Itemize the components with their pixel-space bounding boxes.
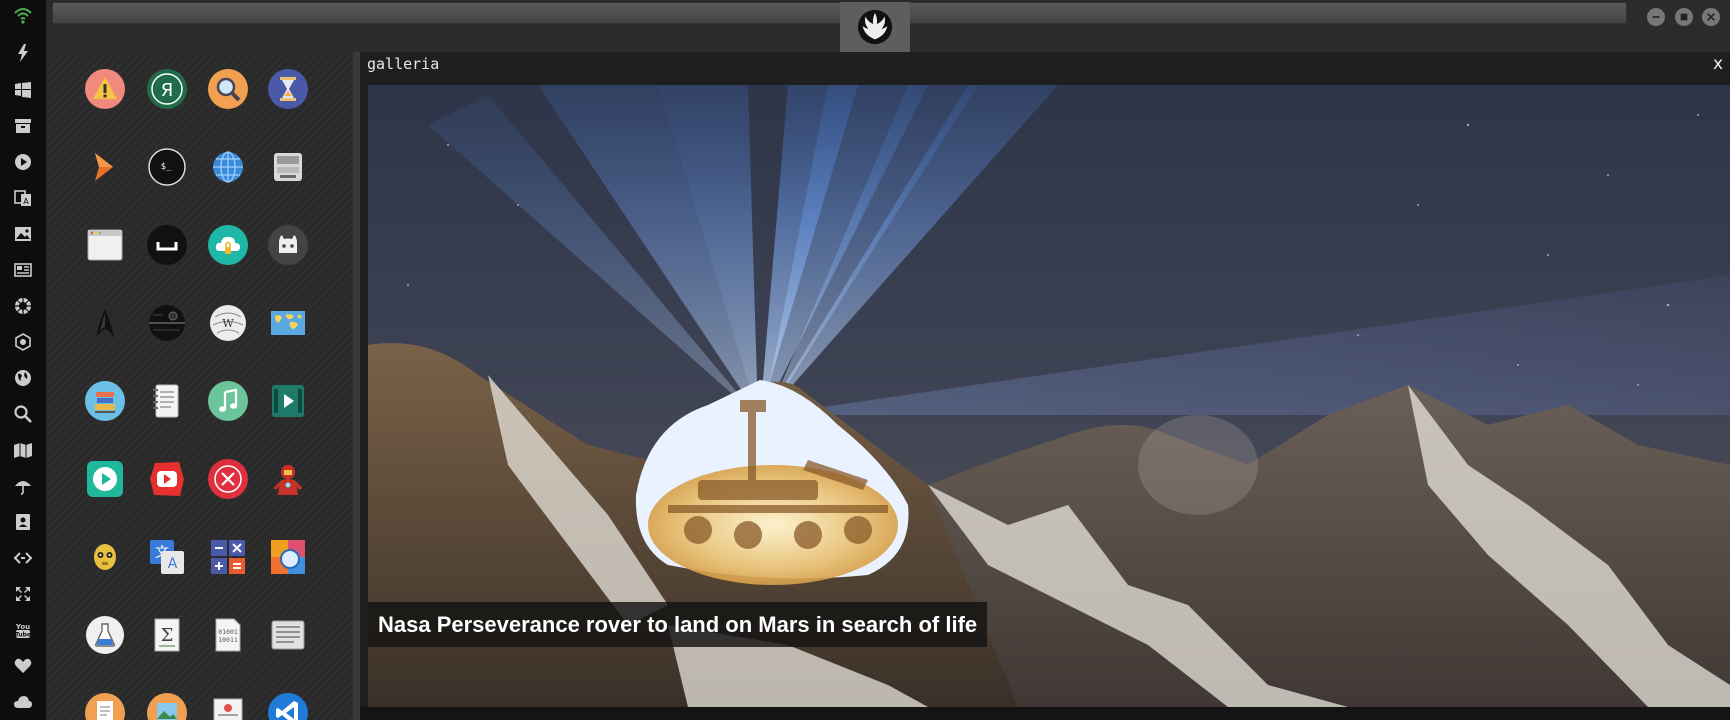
left-dock: A You Tube	[0, 0, 47, 720]
svg-text:Σ: Σ	[161, 625, 174, 646]
play-icon[interactable]	[12, 151, 34, 173]
top-bar	[47, 0, 1730, 52]
svg-text:W: W	[222, 317, 234, 330]
hourglass-icon[interactable]	[268, 69, 308, 109]
close-window-button[interactable]	[1702, 8, 1720, 26]
search-app-icon[interactable]	[208, 69, 248, 109]
binary-file-icon[interactable]: 01001 10011	[208, 615, 248, 655]
gallery-window: galleria x Nasa Perseverance rover to la…	[360, 52, 1730, 720]
globe-icon[interactable]	[12, 367, 34, 389]
chevron-launcher-icon[interactable]	[85, 147, 125, 187]
image-icon[interactable]	[12, 223, 34, 245]
rebel-alliance-logo-icon	[857, 9, 893, 45]
close-icon	[1707, 13, 1715, 21]
svg-text:Tube: Tube	[15, 632, 31, 639]
minimize-icon	[1652, 16, 1660, 18]
color-app-icon[interactable]	[268, 537, 308, 577]
gallery-close-button[interactable]: x	[1710, 54, 1726, 74]
yandex-icon[interactable]: Я	[147, 69, 187, 109]
globe-browser-icon[interactable]	[208, 147, 248, 187]
notebook-icon[interactable]	[147, 381, 187, 421]
text-file-icon[interactable]	[268, 615, 308, 655]
svg-text:A: A	[168, 556, 178, 572]
svg-text:10011: 10011	[218, 636, 238, 644]
wikipedia-icon[interactable]: W	[208, 303, 248, 343]
youtube-app-icon[interactable]	[147, 459, 187, 499]
warning-icon[interactable]	[85, 69, 125, 109]
photo-caption: Nasa Perseverance rover to land on Mars …	[368, 602, 988, 647]
cloud-upload-icon[interactable]	[208, 225, 248, 265]
presentation-icon[interactable]	[208, 693, 248, 720]
map-icon[interactable]	[12, 439, 34, 461]
svg-text:$_: $_	[161, 162, 172, 172]
umbrella-icon[interactable]	[12, 475, 34, 497]
heart-icon[interactable]	[12, 655, 34, 677]
iron-man-icon[interactable]	[268, 459, 308, 499]
world-map-icon[interactable]	[268, 303, 308, 343]
video-icon[interactable]	[268, 381, 308, 421]
windows-icon[interactable]	[12, 79, 34, 101]
maximize-button[interactable]	[1675, 8, 1693, 26]
svg-text:A: A	[23, 197, 29, 206]
minimize-button[interactable]	[1647, 8, 1665, 26]
sigma-icon[interactable]: Σ	[147, 615, 187, 655]
panel-divider[interactable]	[352, 52, 360, 720]
death-star-icon[interactable]	[147, 303, 187, 343]
star-trek-icon[interactable]	[85, 303, 125, 343]
picture-icon[interactable]	[147, 693, 187, 720]
wifi-icon[interactable]	[12, 4, 34, 26]
calculator-icon[interactable]	[208, 537, 248, 577]
vscode-icon[interactable]	[268, 693, 308, 720]
translate-icon[interactable]: A	[12, 187, 34, 209]
music-icon[interactable]	[208, 381, 248, 421]
translate-app-icon[interactable]: 文A	[147, 537, 187, 577]
rebel-tab[interactable]	[840, 2, 910, 52]
terminal-icon[interactable]: $_	[147, 147, 187, 187]
maximize-icon	[1680, 13, 1688, 21]
youtube-icon[interactable]: You Tube	[12, 619, 34, 641]
books-icon[interactable]	[85, 381, 125, 421]
c3po-icon[interactable]	[85, 537, 125, 577]
svg-text:Я: Я	[161, 80, 174, 101]
flask-icon[interactable]	[85, 615, 125, 655]
document-icon[interactable]	[85, 693, 125, 720]
empire-icon[interactable]	[12, 331, 34, 353]
search-icon[interactable]	[12, 403, 34, 425]
close-app-icon[interactable]	[208, 459, 248, 499]
contacts-icon[interactable]	[12, 511, 34, 533]
cloud-icon[interactable]	[12, 691, 34, 713]
gallery-title: galleria	[367, 55, 440, 73]
code-icon[interactable]	[12, 547, 34, 569]
play-store-icon[interactable]	[85, 459, 125, 499]
github-icon[interactable]	[268, 225, 308, 265]
window-app-icon[interactable]	[85, 225, 125, 265]
svg-text:01001: 01001	[218, 628, 238, 636]
svg-text:You: You	[15, 623, 30, 631]
expand-icon[interactable]	[12, 583, 34, 605]
gallery-bottom-bar	[360, 707, 1730, 720]
drive-icon[interactable]	[268, 147, 308, 187]
news-icon[interactable]	[12, 259, 34, 281]
app-grid-panel: Я $_ W A Σ 01001 10011	[47, 52, 352, 720]
archive-icon[interactable]	[12, 115, 34, 137]
rebel-alliance-icon[interactable]	[12, 295, 34, 317]
bolt-icon[interactable]	[12, 42, 34, 64]
spacebar-icon[interactable]	[147, 225, 187, 265]
